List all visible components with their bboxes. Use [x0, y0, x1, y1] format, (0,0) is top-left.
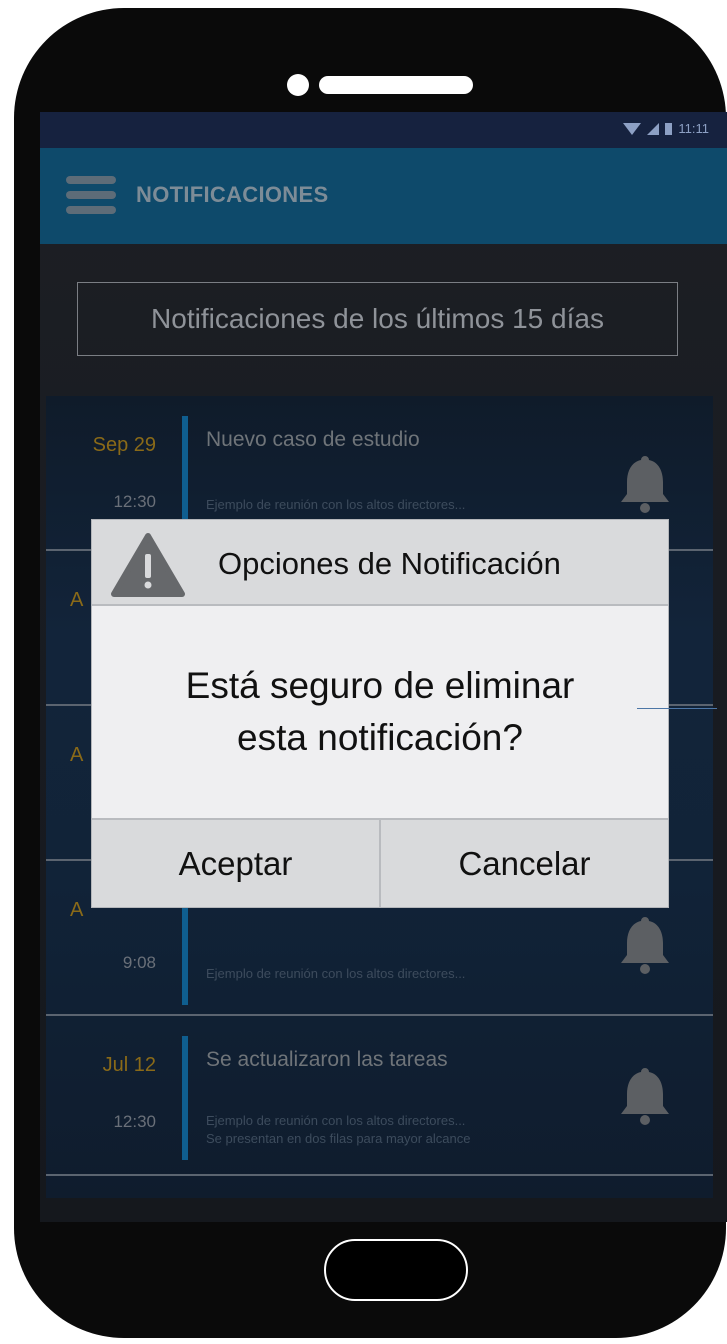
status-time: 11:11: [678, 121, 709, 136]
annotation-line: [637, 708, 717, 709]
status-bar: 11:11: [40, 112, 727, 148]
dialog-message: Está seguro de eliminar esta notificació…: [92, 660, 668, 764]
notification-divider: [46, 1174, 713, 1176]
notification-time: 12:30: [113, 1112, 156, 1131]
notification-accent-bar: [182, 1036, 188, 1160]
delete-confirm-dialog: Opciones de Notificación Está seguro de …: [91, 519, 669, 908]
notification-date: Sep 29: [92, 434, 156, 456]
dialog-actions: Aceptar Cancelar: [92, 818, 668, 907]
notification-description: Ejemplo de reunión con los altos directo…: [206, 496, 465, 514]
notification-desc-line: Ejemplo de reunión con los altos directo…: [206, 1113, 466, 1128]
signal-icon: [647, 122, 660, 135]
notification-item[interactable]: Jul 12 12:30 Se actualizaron las tareas …: [46, 1016, 713, 1176]
bell-icon[interactable]: [617, 454, 673, 514]
battery-icon: [665, 122, 673, 135]
date-filter-label: Notificaciones de los últimos 15 días: [151, 303, 604, 334]
wifi-icon: [623, 122, 642, 135]
notification-title: Nuevo caso de estudio: [206, 428, 420, 451]
notification-desc-line: Ejemplo de reunión con los altos directo…: [206, 497, 466, 512]
page-title: NOTIFICACIONES: [136, 182, 329, 207]
notification-desc-line: Ejemplo de reunión con los altos directo…: [206, 966, 466, 981]
dialog-message-line: Está seguro de eliminar: [185, 665, 575, 706]
notification-time: 12:30: [113, 492, 156, 511]
app-bar: NOTIFICACIONES: [40, 148, 727, 244]
status-icons: 11:11: [623, 121, 709, 136]
home-button[interactable]: [324, 1239, 468, 1301]
notification-time: 9:08: [122, 953, 156, 972]
dialog-message-line: esta notificación?: [237, 717, 523, 758]
speaker-grille: [319, 76, 473, 94]
notification-date: A: [70, 589, 84, 611]
bell-icon[interactable]: [617, 915, 673, 975]
dialog-title: Opciones de Notificación: [218, 546, 561, 581]
notification-desc-line: Se presentan en dos filas para mayor alc…: [206, 1131, 471, 1146]
notification-date: Jul 12: [102, 1054, 156, 1076]
notification-date: A: [70, 899, 84, 921]
notification-description: Ejemplo de reunión con los altos directo…: [206, 1112, 471, 1148]
dialog-header: Opciones de Notificación: [92, 520, 668, 606]
notification-description: Ejemplo de reunión con los altos directo…: [206, 965, 465, 983]
date-filter-button[interactable]: Notificaciones de los últimos 15 días: [77, 282, 678, 356]
warning-icon: [111, 533, 185, 597]
notification-date: A: [70, 744, 84, 766]
notification-title: Se actualizaron las tareas: [206, 1048, 448, 1071]
accept-button[interactable]: Aceptar: [92, 820, 381, 907]
bell-icon[interactable]: [617, 1066, 673, 1126]
cancel-button[interactable]: Cancelar: [381, 820, 668, 907]
hamburger-menu-icon[interactable]: [66, 176, 116, 214]
camera-dot: [287, 74, 309, 96]
